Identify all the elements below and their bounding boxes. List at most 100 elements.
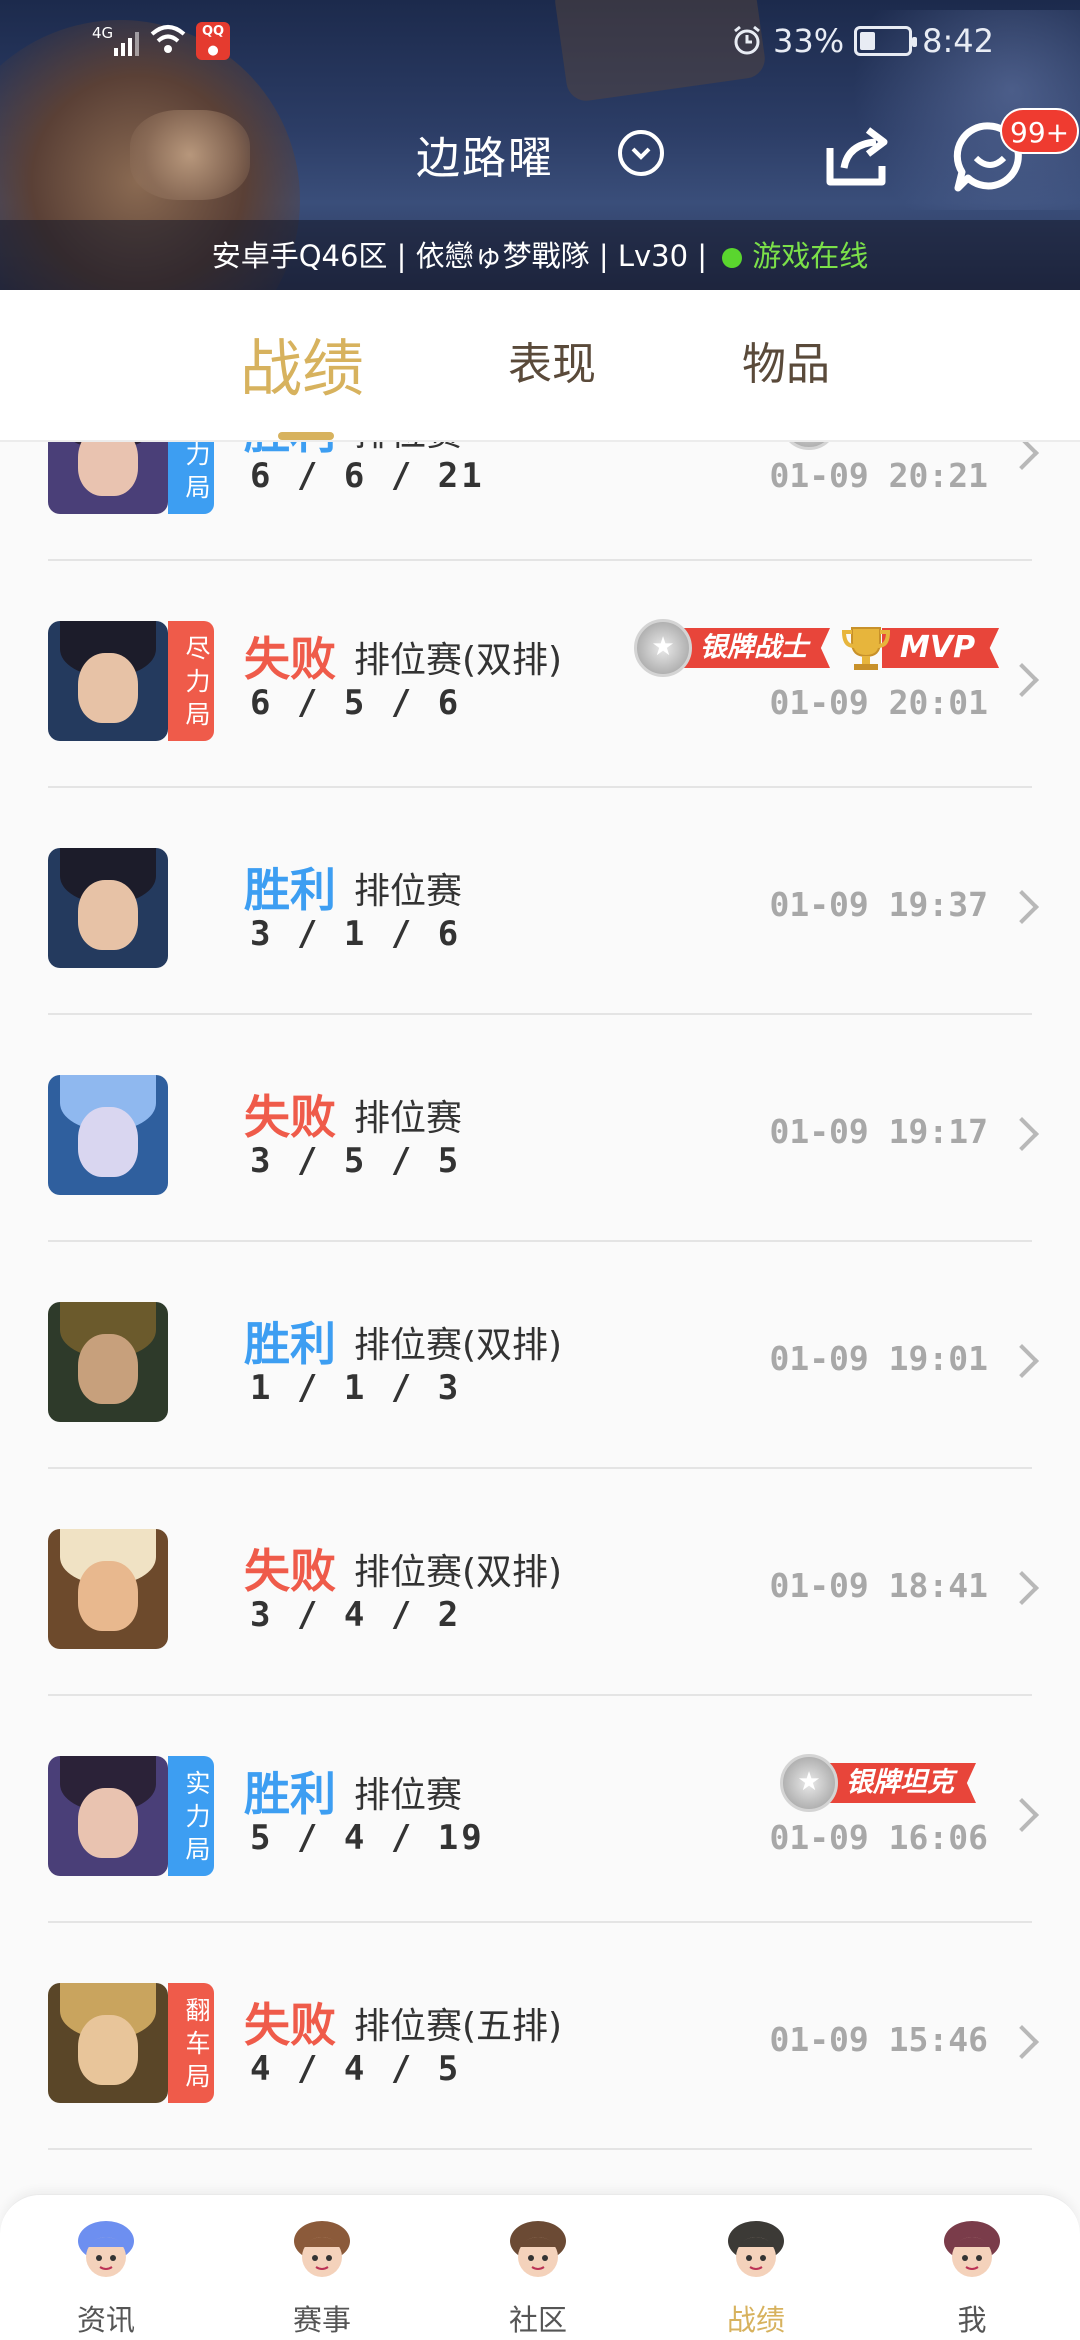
match-row[interactable]: 胜利 排位赛 3 / 1 / 6 01-09 19:37: [0, 788, 1080, 1015]
profile-header: 4G QQ ● 33% 8:42 边路曜 99+ 安卓手Q46区 | 依戀ゅ梦戰…: [0, 0, 1080, 290]
hero-avatar-face: [78, 1107, 138, 1177]
match-time: 01-09 19:17: [769, 1112, 988, 1151]
match-kda: 5 / 4 / 19: [250, 1818, 485, 1858]
share-icon[interactable]: [820, 118, 896, 194]
match-mode: 排位赛(双排): [354, 1325, 563, 1366]
match-mode: 排位赛(双排): [354, 1552, 563, 1593]
status-right: 33% 8:42: [731, 22, 994, 60]
match-row[interactable]: 失败 排位赛 3 / 5 / 5 01-09 19:17: [0, 1015, 1080, 1242]
match-tag: 实力局: [168, 442, 214, 514]
match-kda: 1 / 1 / 3: [250, 1368, 462, 1408]
match-time: 01-09 18:41: [769, 1566, 988, 1605]
message-count-badge: 99+: [1000, 108, 1080, 154]
match-row[interactable]: 实力局胜利排位赛5 / 4 / 19 01-09 16:06 银牌坦克: [0, 1696, 1080, 1923]
match-row[interactable]: 失败 排位赛(双排) 3 / 4 / 2 01-09 18:41: [0, 1469, 1080, 1696]
nav-label: 我: [957, 2303, 987, 2337]
chevron-right-icon: [1005, 663, 1039, 697]
wifi-icon: [150, 25, 186, 53]
row-divider: [48, 2148, 1032, 2150]
mvp-badge: MVP: [840, 626, 1000, 670]
chevron-right-icon: [1005, 890, 1039, 924]
mvp-label: MVP: [882, 628, 1000, 668]
match-result: 失败: [244, 1998, 336, 2052]
nav-label: 资讯: [76, 2303, 135, 2337]
clock: 8:42: [922, 22, 994, 60]
nav-label: 赛事: [292, 2303, 351, 2337]
hero-avatar: [48, 1529, 168, 1649]
notification-app-icon: QQ ●: [196, 22, 230, 60]
chevron-right-icon: [1005, 1344, 1039, 1378]
hero-avatar-face: [78, 653, 138, 723]
online-dot-icon: [722, 248, 743, 268]
match-time: 01-09 20:01: [769, 683, 988, 722]
match-kda: 6 / 6 / 21: [250, 456, 485, 496]
honor-badge: 银牌坦克: [780, 442, 976, 450]
network-type: 4G: [92, 24, 114, 42]
match-list[interactable]: 实力局胜利排位赛6 / 6 / 2101-09 20:21 银牌坦克 尽力局失败…: [0, 442, 1080, 2194]
tab-records[interactable]: 战绩: [240, 318, 364, 408]
hero-avatar: [48, 1756, 168, 1876]
account-info-text: 安卓手Q46区 | 依戀ゅ梦戰隊 | Lv30 |: [211, 239, 717, 273]
silver-medal-icon: [634, 619, 692, 677]
match-mode: 排位赛: [354, 871, 463, 912]
hero-avatar-face: [78, 1788, 138, 1858]
match-result: 胜利: [244, 1767, 336, 1821]
nav-item[interactable]: 社区: [468, 2209, 608, 2339]
records-character-icon: [728, 2221, 784, 2277]
match-row[interactable]: 翻车局 失败 排位赛(五排) 4 / 4 / 5 01-09 15:46: [0, 1923, 1080, 2150]
hero-avatar-face: [78, 442, 138, 496]
match-kda: 3 / 5 / 5: [250, 1141, 462, 1181]
hero-avatar-face: [78, 2015, 138, 2085]
hero-avatar: [48, 621, 168, 741]
match-kda: 6 / 5 / 6: [250, 683, 462, 723]
app-root: 4G QQ ● 33% 8:42 边路曜 99+ 安卓手Q46区 | 依戀ゅ梦戰…: [0, 0, 1080, 2340]
chevron-right-icon: [1005, 2025, 1039, 2059]
nav-item[interactable]: 战绩: [686, 2209, 826, 2339]
hero-avatar: [48, 1983, 168, 2103]
match-tag: 尽力局: [168, 621, 214, 741]
match-mode: 排位赛: [354, 1775, 463, 1816]
match-row[interactable]: 实力局胜利排位赛6 / 6 / 2101-09 20:21 银牌坦克: [0, 442, 1080, 561]
match-kda: 3 / 1 / 6: [250, 914, 462, 954]
match-kda: 3 / 4 / 2: [250, 1595, 462, 1635]
chevron-down-icon[interactable]: [618, 130, 664, 176]
silver-medal-icon: [780, 1754, 838, 1812]
match-result: 失败: [244, 1544, 336, 1598]
hero-avatar-face: [78, 880, 138, 950]
match-time: 01-09 19:01: [769, 1339, 988, 1378]
battery-percent: 33%: [773, 22, 845, 60]
chevron-right-icon: [1005, 442, 1039, 470]
silver-medal-icon: [780, 442, 838, 450]
match-row[interactable]: 尽力局失败排位赛(双排)6 / 5 / 6 01-09 20:01 银牌战士 MV…: [0, 561, 1080, 788]
nav-item[interactable]: 赛事: [252, 2209, 392, 2339]
events-character-icon: [294, 2221, 350, 2277]
honor-label: 银牌战士: [678, 628, 830, 668]
match-time: 01-09 20:21: [769, 456, 988, 495]
match-time: 01-09 19:37: [769, 885, 988, 924]
match-result: 胜利: [244, 1317, 336, 1371]
match-time: 01-09 16:06: [769, 1818, 988, 1857]
tab-items[interactable]: 物品: [742, 328, 830, 392]
honor-badge: 银牌坦克: [780, 1754, 976, 1812]
hero-avatar-face: [78, 1561, 138, 1631]
tab-performance[interactable]: 表现: [508, 328, 596, 392]
nav-item[interactable]: 我: [902, 2209, 1042, 2339]
nav-label: 战绩: [726, 2303, 785, 2337]
hero-avatar: [48, 1075, 168, 1195]
match-mode: 排位赛: [354, 442, 462, 456]
signal-icon: [114, 32, 139, 56]
account-name[interactable]: 边路曜: [416, 122, 554, 186]
match-row[interactable]: 胜利 排位赛(双排) 1 / 1 / 3 01-09 19:01: [0, 1242, 1080, 1469]
bottom-nav: 资讯 赛事 社区 战绩 我: [0, 2194, 1080, 2340]
chevron-right-icon: [1005, 1571, 1039, 1605]
hero-avatar: [48, 848, 168, 968]
hero-avatar: [48, 1302, 168, 1422]
honor-badge: 银牌战士: [634, 619, 830, 677]
match-result: 胜利: [244, 863, 336, 917]
me-character-icon: [944, 2221, 1000, 2277]
chevron-right-icon: [1005, 1117, 1039, 1151]
honor-label: 银牌坦克: [824, 1763, 976, 1803]
nav-item[interactable]: 资讯: [36, 2209, 176, 2339]
match-time: 01-09 15:46: [769, 2020, 988, 2059]
status-bar: 4G QQ ● 33% 8:42: [0, 0, 1080, 84]
